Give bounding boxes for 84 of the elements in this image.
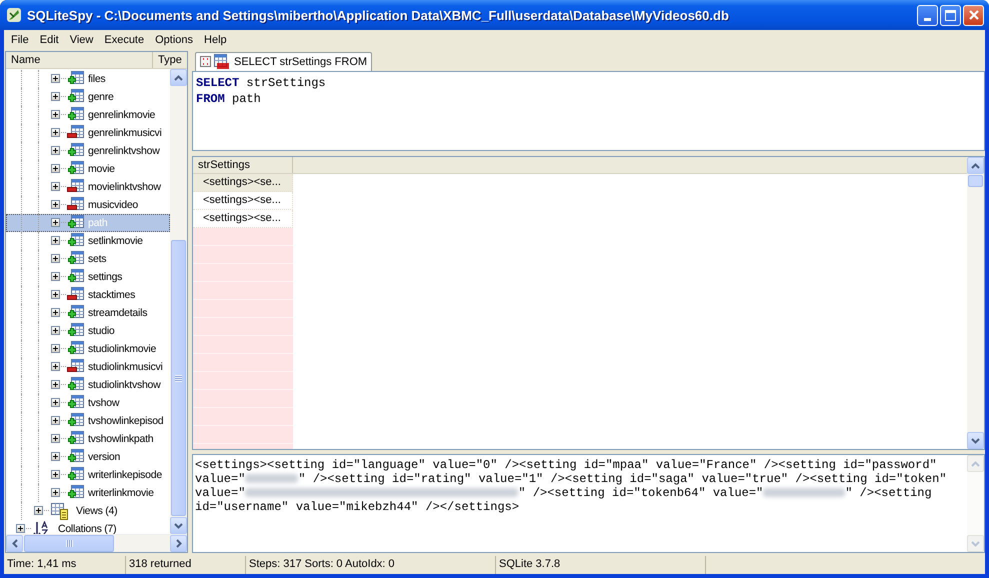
tree-item[interactable]: writerlinkepisode — [86, 467, 164, 483]
minimize-button[interactable] — [917, 4, 938, 26]
value-text: <settings><setting id="language" value="0" /><setting id="mpaa" value="France" /><setting id="password" value=" " /><setting id="rating" value="1" /><setting id="saga" value="true" /><setting id="token" value=" " /><setting id="tokenb64" value=" " /><setting id="username" value="mikebzh44" /></settings> — [194, 457, 948, 516]
menu-item[interactable]: Help — [199, 34, 233, 46]
status-text: SQLite 3.7.8 — [496, 556, 706, 574]
tree-item[interactable]: settings — [86, 269, 124, 285]
expand-toggle[interactable] — [51, 272, 60, 281]
tree-item[interactable]: Views (4) — [74, 503, 120, 519]
status-text: 318 returned — [126, 556, 246, 574]
expand-toggle[interactable] — [51, 218, 60, 227]
expand-toggle[interactable] — [51, 74, 60, 83]
close-button[interactable] — [963, 4, 984, 26]
expand-toggle[interactable] — [51, 254, 60, 263]
expand-toggle[interactable] — [51, 416, 60, 425]
expand-toggle[interactable] — [51, 308, 60, 317]
expand-toggle[interactable] — [51, 182, 60, 191]
column-header[interactable]: strSettings — [193, 157, 293, 173]
expand-toggle[interactable] — [34, 506, 43, 515]
expand-toggle[interactable] — [51, 128, 60, 137]
tree-item[interactable]: Collations (7) — [56, 521, 118, 534]
expand-toggle[interactable] — [16, 524, 25, 533]
tree-item[interactable]: writerlinkmovie — [86, 485, 156, 501]
tree-item[interactable]: movielinktvshow — [86, 179, 163, 195]
column-header[interactable]: Type — [153, 52, 182, 68]
horizontal-scrollbar[interactable] — [6, 534, 187, 552]
expand-toggle[interactable] — [51, 434, 60, 443]
expand-toggle[interactable] — [51, 92, 60, 101]
menu-item[interactable]: File — [6, 34, 35, 46]
expand-toggle[interactable] — [51, 200, 60, 209]
tree-item[interactable]: setlinkmovie — [86, 233, 145, 249]
sql-editor[interactable]: SELECT strSettings FROM path — [192, 71, 985, 151]
expand-toggle[interactable] — [51, 362, 60, 371]
status-text: Steps: 317 Sorts: 0 AutoIdx: 0 — [246, 556, 496, 574]
sql-table-icon — [200, 54, 230, 70]
tree-item[interactable]: movie — [86, 161, 117, 177]
tree-item[interactable]: sets — [86, 251, 108, 267]
tree-item[interactable]: files — [86, 71, 108, 87]
status-text: Time: 1,41 ms — [4, 556, 126, 574]
expand-toggle[interactable] — [51, 344, 60, 353]
tree-item[interactable]: genrelinkmovie — [86, 107, 158, 123]
expand-toggle[interactable] — [51, 164, 60, 173]
tree-item[interactable]: version — [86, 449, 122, 465]
expand-toggle[interactable] — [51, 236, 60, 245]
tree-item[interactable]: tvshow — [86, 395, 122, 411]
window-title: SQLiteSpy - C:\Documents and Settings\mibertho\Application Data\XBMC_Full\userdata\Database\MyVideos60.db — [27, 8, 730, 22]
menu-item[interactable]: View — [64, 34, 100, 46]
sort-icon — [33, 521, 49, 534]
expand-toggle[interactable] — [51, 110, 60, 119]
tree-item[interactable]: tvshowlinkepisod — [86, 413, 166, 429]
scroll-thumb[interactable] — [24, 535, 114, 552]
blurred-value — [245, 474, 298, 483]
tree-item[interactable]: studiolinkmovie — [86, 341, 158, 357]
tree-item[interactable]: musicvideo — [86, 197, 140, 213]
expand-toggle[interactable] — [51, 326, 60, 335]
expand-toggle[interactable] — [51, 452, 60, 461]
expand-toggle[interactable] — [51, 470, 60, 479]
table-cell[interactable]: <settings><se... — [193, 192, 293, 210]
vertical-scrollbar[interactable] — [967, 157, 984, 449]
expand-toggle[interactable] — [51, 290, 60, 299]
vertical-scrollbar[interactable] — [170, 69, 187, 534]
maximize-button[interactable] — [940, 4, 961, 26]
scroll-thumb[interactable] — [171, 240, 186, 516]
tree-item[interactable]: studiolinkmusicvi — [86, 359, 165, 375]
menu-item[interactable]: Options — [150, 34, 200, 46]
expand-toggle[interactable] — [51, 146, 60, 155]
close-icon — [968, 9, 980, 21]
tree-item[interactable]: studio — [86, 323, 117, 339]
views-icon — [51, 503, 69, 520]
tree-item[interactable]: genre — [86, 89, 116, 105]
expand-toggle[interactable] — [51, 398, 60, 407]
expand-toggle[interactable] — [51, 380, 60, 389]
menu-item[interactable]: Edit — [34, 34, 65, 46]
expand-toggle[interactable] — [51, 488, 60, 497]
table-cell[interactable]: <settings><se... — [193, 174, 293, 192]
tree-item[interactable]: studiolinktvshow — [86, 377, 162, 393]
tree-item[interactable]: tvshowlinkpath — [86, 431, 156, 447]
scroll-thumb[interactable] — [968, 175, 983, 187]
menu-item[interactable]: Execute — [99, 34, 150, 46]
tree-item[interactable]: genrelinktvshow — [86, 143, 162, 159]
query-tab[interactable]: SELECT strSettings FROM — [195, 52, 372, 71]
tree-item[interactable]: streamdetails — [86, 305, 150, 321]
column-header[interactable]: Name — [6, 52, 153, 68]
tree-item[interactable]: stacktimes — [86, 287, 138, 303]
tree-item[interactable]: genrelinkmusicvi — [86, 125, 164, 141]
